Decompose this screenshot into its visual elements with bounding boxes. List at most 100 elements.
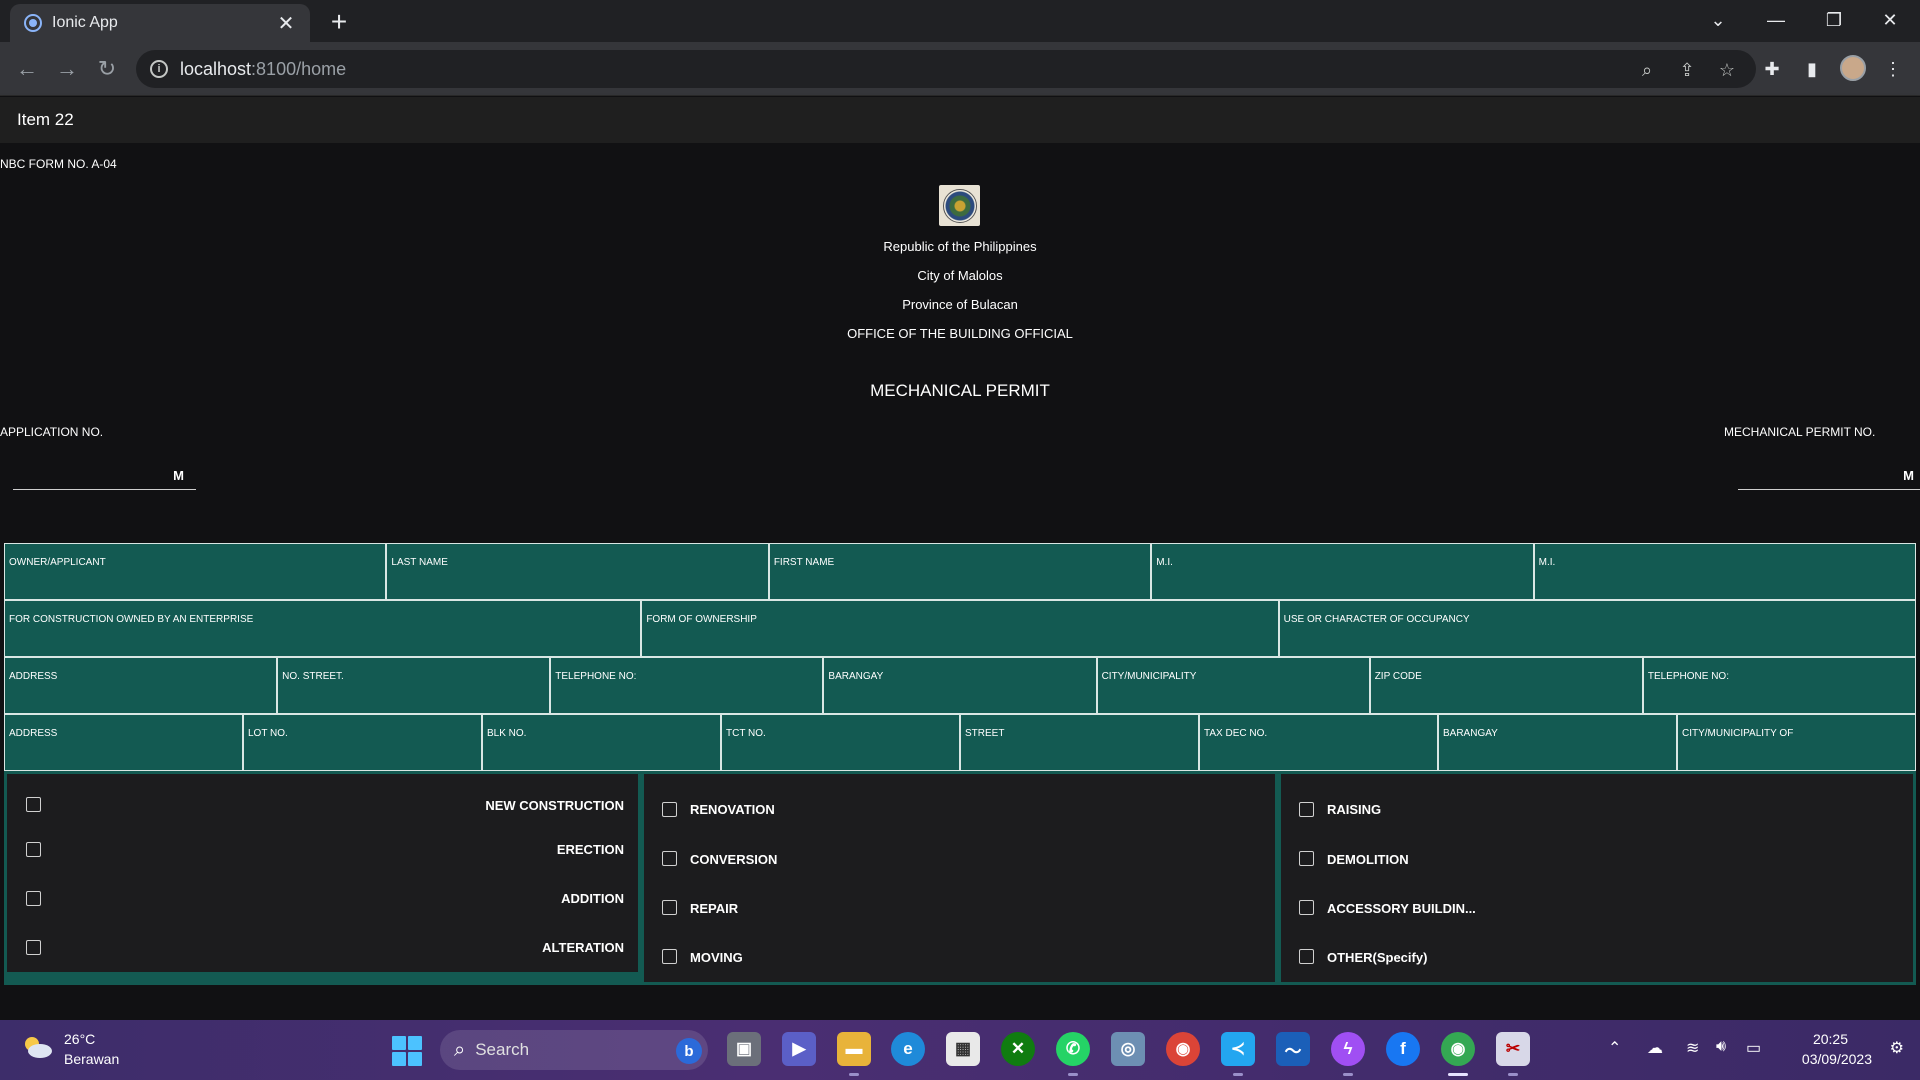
browser-tab[interactable]: Ionic App ✕ [10, 4, 310, 42]
first-name-field[interactable]: FIRST NAME [768, 543, 1152, 600]
blk-no-field[interactable]: BLK NO. [482, 714, 721, 771]
address-field[interactable]: ADDRESS [4, 657, 278, 714]
zoom-icon[interactable]: ⌕ [1636, 59, 1658, 81]
browser-toolbar: ← → ↻ i localhost:8100/home ⌕ ⇪ ☆ ✚ ▮ ⋮ [0, 42, 1920, 96]
address-bar[interactable]: i localhost:8100/home ⌕ ⇪ ☆ [136, 50, 1756, 88]
edge-browser-icon[interactable]: e [891, 1032, 925, 1066]
tab-close-icon[interactable]: ✕ [274, 11, 298, 36]
clock-date[interactable]: 03/09/2023 [1802, 1051, 1872, 1067]
weather-cloudy-icon[interactable] [22, 1034, 54, 1060]
windows-start-icon[interactable] [392, 1036, 422, 1066]
conversion-checkbox[interactable] [662, 851, 677, 866]
search-icon: ⌕ [454, 1038, 466, 1061]
vscode-icon[interactable]: ≺ [1221, 1032, 1255, 1066]
task-view-icon[interactable]: ▣ [727, 1032, 761, 1066]
microsoft-store-icon[interactable]: ▦ [946, 1032, 980, 1066]
moving-label: MOVING [690, 950, 743, 965]
other-checkbox[interactable] [1299, 949, 1314, 964]
permit-no-input[interactable]: M [1738, 448, 1920, 490]
accessory-building-checkbox[interactable] [1299, 900, 1314, 915]
onedrive-icon[interactable]: ☁ [1647, 1038, 1663, 1058]
demolition-label: DEMOLITION [1327, 852, 1409, 867]
permit-title: MECHANICAL PERMIT [870, 381, 1050, 400]
new-construction-checkbox[interactable] [26, 797, 41, 812]
erection-checkbox[interactable] [26, 842, 41, 857]
header-line-office: OFFICE OF THE BUILDING OFFICIAL [847, 326, 1073, 341]
back-arrow-icon[interactable]: ← [10, 52, 44, 86]
facebook-icon[interactable]: f [1386, 1032, 1420, 1066]
last-name-field[interactable]: LAST NAME [386, 543, 769, 600]
demolition-checkbox[interactable] [1299, 851, 1314, 866]
moving-checkbox[interactable] [662, 949, 677, 964]
owner-applicant-field[interactable]: OWNER/APPLICANT [4, 543, 387, 600]
bing-icon[interactable]: b [676, 1038, 702, 1064]
repair-label: REPAIR [690, 901, 739, 916]
reload-icon[interactable]: ↻ [90, 52, 124, 86]
location-barangay-field[interactable]: BARANGAY [1438, 714, 1677, 771]
city-municipality-field[interactable]: CITY/MUNICIPALITY [1096, 657, 1370, 714]
alteration-checkbox[interactable] [26, 940, 41, 955]
raising-checkbox[interactable] [1299, 802, 1314, 817]
site-info-icon[interactable]: i [150, 60, 168, 78]
chrome-profile-icon[interactable]: ◉ [1441, 1032, 1475, 1066]
side-panel-icon[interactable]: ▮ [1799, 56, 1825, 82]
chrome-menu-icon[interactable]: ⋮ [1880, 56, 1906, 82]
search-placeholder: Search [475, 1040, 530, 1059]
location-address-field[interactable]: ADDRESS [4, 714, 243, 771]
messenger-icon[interactable]: ϟ [1331, 1032, 1365, 1066]
panel-divider [7, 972, 638, 982]
restore-button[interactable]: ❐ [1806, 0, 1862, 40]
city-seal-logo [939, 185, 980, 226]
teams-chat-icon[interactable]: ▶ [782, 1032, 816, 1066]
renovation-checkbox[interactable] [662, 802, 677, 817]
xbox-icon[interactable]: ✕ [1001, 1032, 1035, 1066]
occupancy-field[interactable]: USE OR CHARACTER OF OCCUPANCY [1278, 600, 1916, 657]
minimize-button[interactable]: — [1748, 0, 1804, 40]
tax-dec-no-field[interactable]: TAX DEC NO. [1199, 714, 1438, 771]
url-host: localhost [180, 58, 252, 79]
mi-field[interactable]: M.I. [1151, 543, 1534, 600]
wifi-icon[interactable]: ≋ [1686, 1038, 1699, 1058]
street-field[interactable]: STREET [960, 714, 1199, 771]
photos-icon[interactable]: ◎ [1111, 1032, 1145, 1066]
running-indicator [849, 1073, 859, 1076]
lot-no-field[interactable]: LOT NO. [243, 714, 482, 771]
share-icon[interactable]: ⇪ [1676, 59, 1698, 81]
application-no-input[interactable]: M [13, 448, 196, 490]
no-street-field[interactable]: NO. STREET. [277, 657, 551, 714]
repair-checkbox[interactable] [662, 900, 677, 915]
telephone-field-2[interactable]: TELEPHONE NO: [1642, 657, 1916, 714]
tab-search-chevron-icon[interactable]: ⌄ [1690, 0, 1746, 40]
addition-checkbox[interactable] [26, 891, 41, 906]
mi-field-2[interactable]: M.I. [1533, 543, 1917, 600]
tct-no-field[interactable]: TCT NO. [721, 714, 960, 771]
scope-panel-1: NEW CONSTRUCTION ERECTION ADDITION ALTER… [4, 771, 641, 985]
notification-bell-icon[interactable]: ⚙ [1890, 1038, 1904, 1058]
location-city-field[interactable]: CITY/MUNICIPALITY OF [1677, 714, 1916, 771]
new-tab-button[interactable]: + [322, 6, 356, 40]
conversion-label: CONVERSION [690, 852, 778, 867]
extensions-puzzle-icon[interactable]: ✚ [1759, 56, 1785, 82]
volume-icon[interactable]: 🔊︎ [1716, 1038, 1726, 1056]
profile-avatar[interactable] [1840, 55, 1866, 81]
whatsapp-icon[interactable]: ✆ [1056, 1032, 1090, 1066]
app-wave-icon[interactable]: 〜 [1276, 1032, 1310, 1066]
other-label: OTHER(Specify) [1327, 950, 1428, 965]
header-line-province: Province of Bulacan [902, 297, 1018, 312]
barangay-field[interactable]: BARANGAY [823, 657, 1097, 714]
battery-icon[interactable]: ▭ [1746, 1038, 1761, 1058]
clock-time[interactable]: 20:25 [1813, 1031, 1848, 1047]
enterprise-field[interactable]: FOR CONSTRUCTION OWNED BY AN ENTERPRISE [4, 600, 642, 657]
header-line-republic: Republic of the Philippines [883, 239, 1037, 254]
forward-arrow-icon[interactable]: → [50, 52, 84, 86]
file-explorer-icon[interactable]: ▬ [837, 1032, 871, 1066]
telephone-field[interactable]: TELEPHONE NO: [550, 657, 824, 714]
show-hidden-icons-chevron-icon[interactable]: ⌃ [1608, 1038, 1621, 1058]
bookmark-star-icon[interactable]: ☆ [1716, 59, 1738, 81]
form-of-ownership-field[interactable]: FORM OF OWNERSHIP [641, 600, 1279, 657]
close-window-button[interactable]: ✕ [1862, 0, 1918, 40]
chrome-icon[interactable]: ◉ [1166, 1032, 1200, 1066]
snipping-tool-icon[interactable]: ✂ [1496, 1032, 1530, 1066]
taskbar-search[interactable]: ⌕ Search b [440, 1030, 708, 1070]
zip-code-field[interactable]: ZIP CODE [1369, 657, 1643, 714]
